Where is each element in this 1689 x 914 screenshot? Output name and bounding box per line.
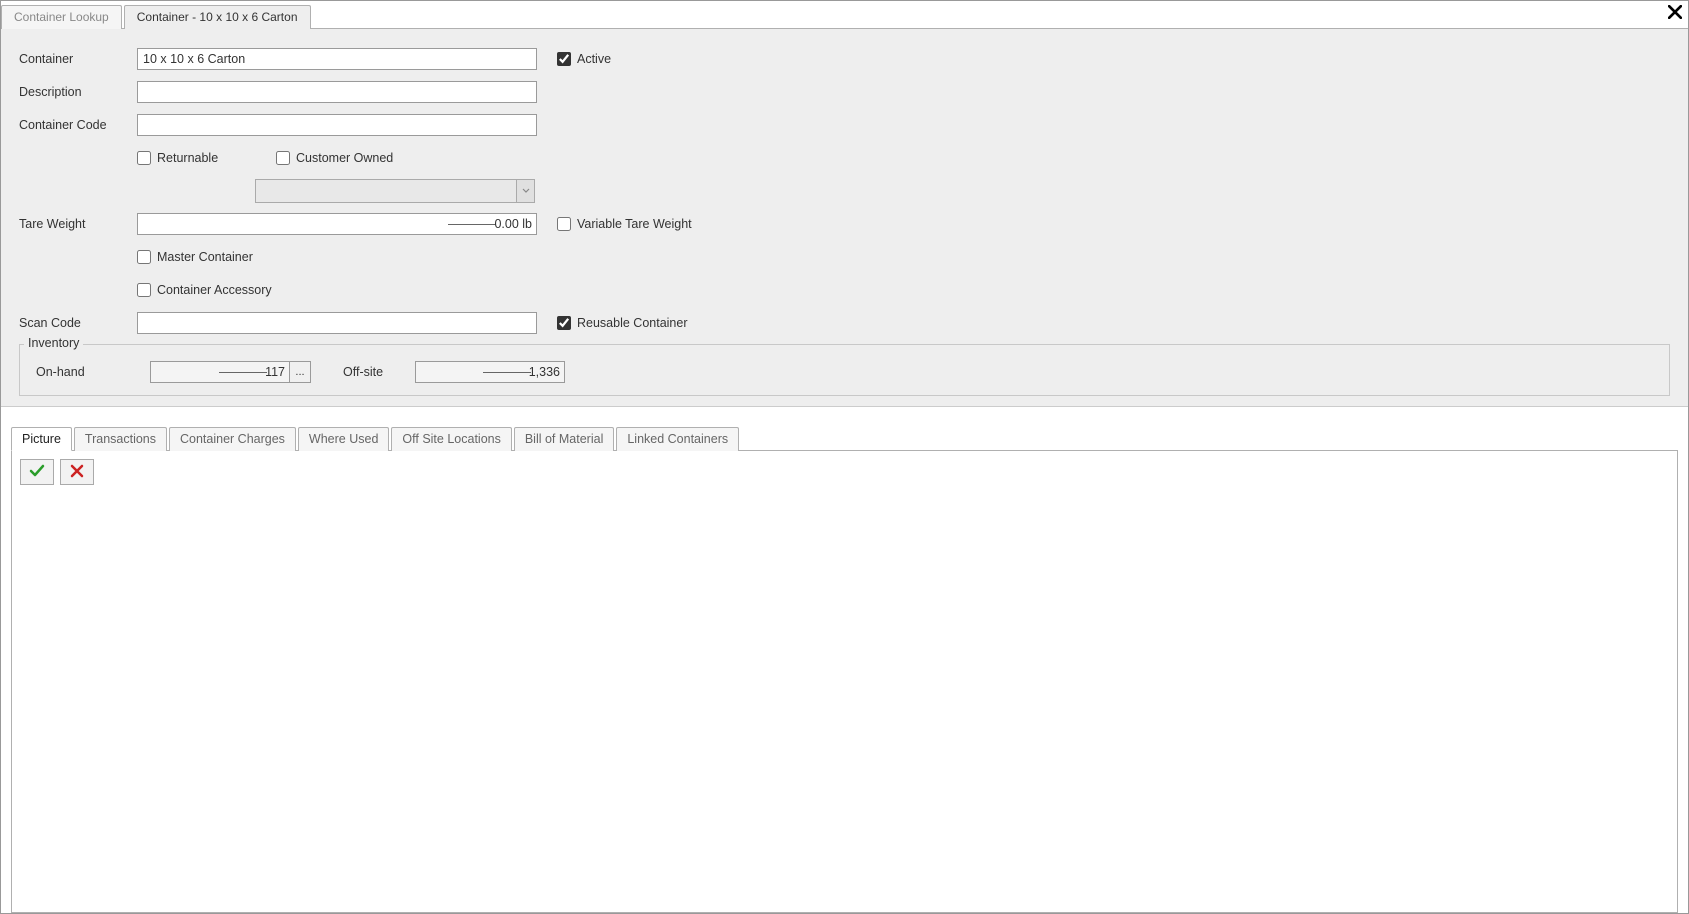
checkbox-label: Returnable: [157, 151, 218, 165]
tab-transactions[interactable]: Transactions: [74, 427, 167, 451]
label-scan-code: Scan Code: [19, 316, 137, 330]
container-code-input[interactable]: [137, 114, 537, 136]
tab-bill-of-material[interactable]: Bill of Material: [514, 427, 615, 451]
variable-tare-weight-checkbox[interactable]: Variable Tare Weight: [557, 217, 692, 231]
accept-button[interactable]: [20, 459, 54, 485]
tab-picture[interactable]: Picture: [11, 427, 72, 451]
label-on-hand: On-hand: [32, 365, 138, 379]
label-container-code: Container Code: [19, 118, 137, 132]
on-hand-input: 117: [150, 361, 290, 383]
tab-off-site-locations[interactable]: Off Site Locations: [391, 427, 511, 451]
off-site-value: 1,336: [529, 365, 560, 379]
returnable-checkbox[interactable]: Returnable: [137, 151, 252, 165]
reject-button[interactable]: [60, 459, 94, 485]
container-window: Container Lookup Container - 10 x 10 x 6…: [0, 0, 1689, 914]
active-checkbox[interactable]: Active: [557, 52, 611, 66]
scan-code-input[interactable]: [137, 312, 537, 334]
inventory-fieldset: Inventory On-hand 117 ... Off-site 1,336: [19, 344, 1670, 396]
customer-select-disabled: [255, 179, 535, 203]
off-site-input: 1,336: [415, 361, 565, 383]
on-hand-lookup-button[interactable]: ...: [289, 361, 311, 383]
checkbox-label: Master Container: [157, 250, 253, 264]
check-icon: [29, 463, 45, 482]
underline-decoration: [219, 372, 267, 373]
on-hand-value: 117: [265, 365, 285, 379]
tab-where-used[interactable]: Where Used: [298, 427, 389, 451]
master-container-checkbox[interactable]: Master Container: [137, 250, 253, 264]
x-icon: [69, 463, 85, 482]
ellipsis-icon: ...: [295, 366, 304, 378]
tab-container-detail[interactable]: Container - 10 x 10 x 6 Carton: [124, 5, 311, 29]
detail-tab-bar: Picture Transactions Container Charges W…: [11, 425, 1678, 451]
description-input[interactable]: [137, 81, 537, 103]
tab-label: Container - 10 x 10 x 6 Carton: [137, 10, 298, 24]
container-accessory-checkbox[interactable]: Container Accessory: [137, 283, 272, 297]
reusable-container-checkbox[interactable]: Reusable Container: [557, 316, 688, 330]
picture-tab-content: [11, 451, 1678, 913]
tab-container-charges[interactable]: Container Charges: [169, 427, 296, 451]
label-off-site: Off-site: [343, 365, 403, 379]
tab-linked-containers[interactable]: Linked Containers: [616, 427, 739, 451]
detail-tabs-wrap: Picture Transactions Container Charges W…: [1, 407, 1688, 913]
checkbox-label: Customer Owned: [296, 151, 393, 165]
tare-weight-input[interactable]: 0.00 lb: [137, 213, 537, 235]
tab-container-lookup[interactable]: Container Lookup: [1, 5, 122, 29]
label-container: Container: [19, 52, 137, 66]
tab-label: Container Lookup: [14, 10, 109, 24]
underline-decoration: [483, 372, 531, 373]
inventory-legend: Inventory: [24, 336, 83, 350]
close-icon[interactable]: [1668, 4, 1682, 22]
chevron-down-icon: [516, 180, 534, 202]
customer-owned-checkbox[interactable]: Customer Owned: [276, 151, 393, 165]
top-tab-bar: Container Lookup Container - 10 x 10 x 6…: [1, 1, 1688, 29]
container-input[interactable]: [137, 48, 537, 70]
underline-decoration: [448, 224, 496, 225]
checkbox-label: Reusable Container: [577, 316, 688, 330]
checkbox-label: Container Accessory: [157, 283, 272, 297]
checkbox-label: Active: [577, 52, 611, 66]
form-panel: Container Active Description Container C…: [1, 29, 1688, 407]
checkbox-label: Variable Tare Weight: [577, 217, 692, 231]
tare-weight-value: 0.00 lb: [494, 217, 532, 231]
label-description: Description: [19, 85, 137, 99]
label-tare-weight: Tare Weight: [19, 217, 137, 231]
